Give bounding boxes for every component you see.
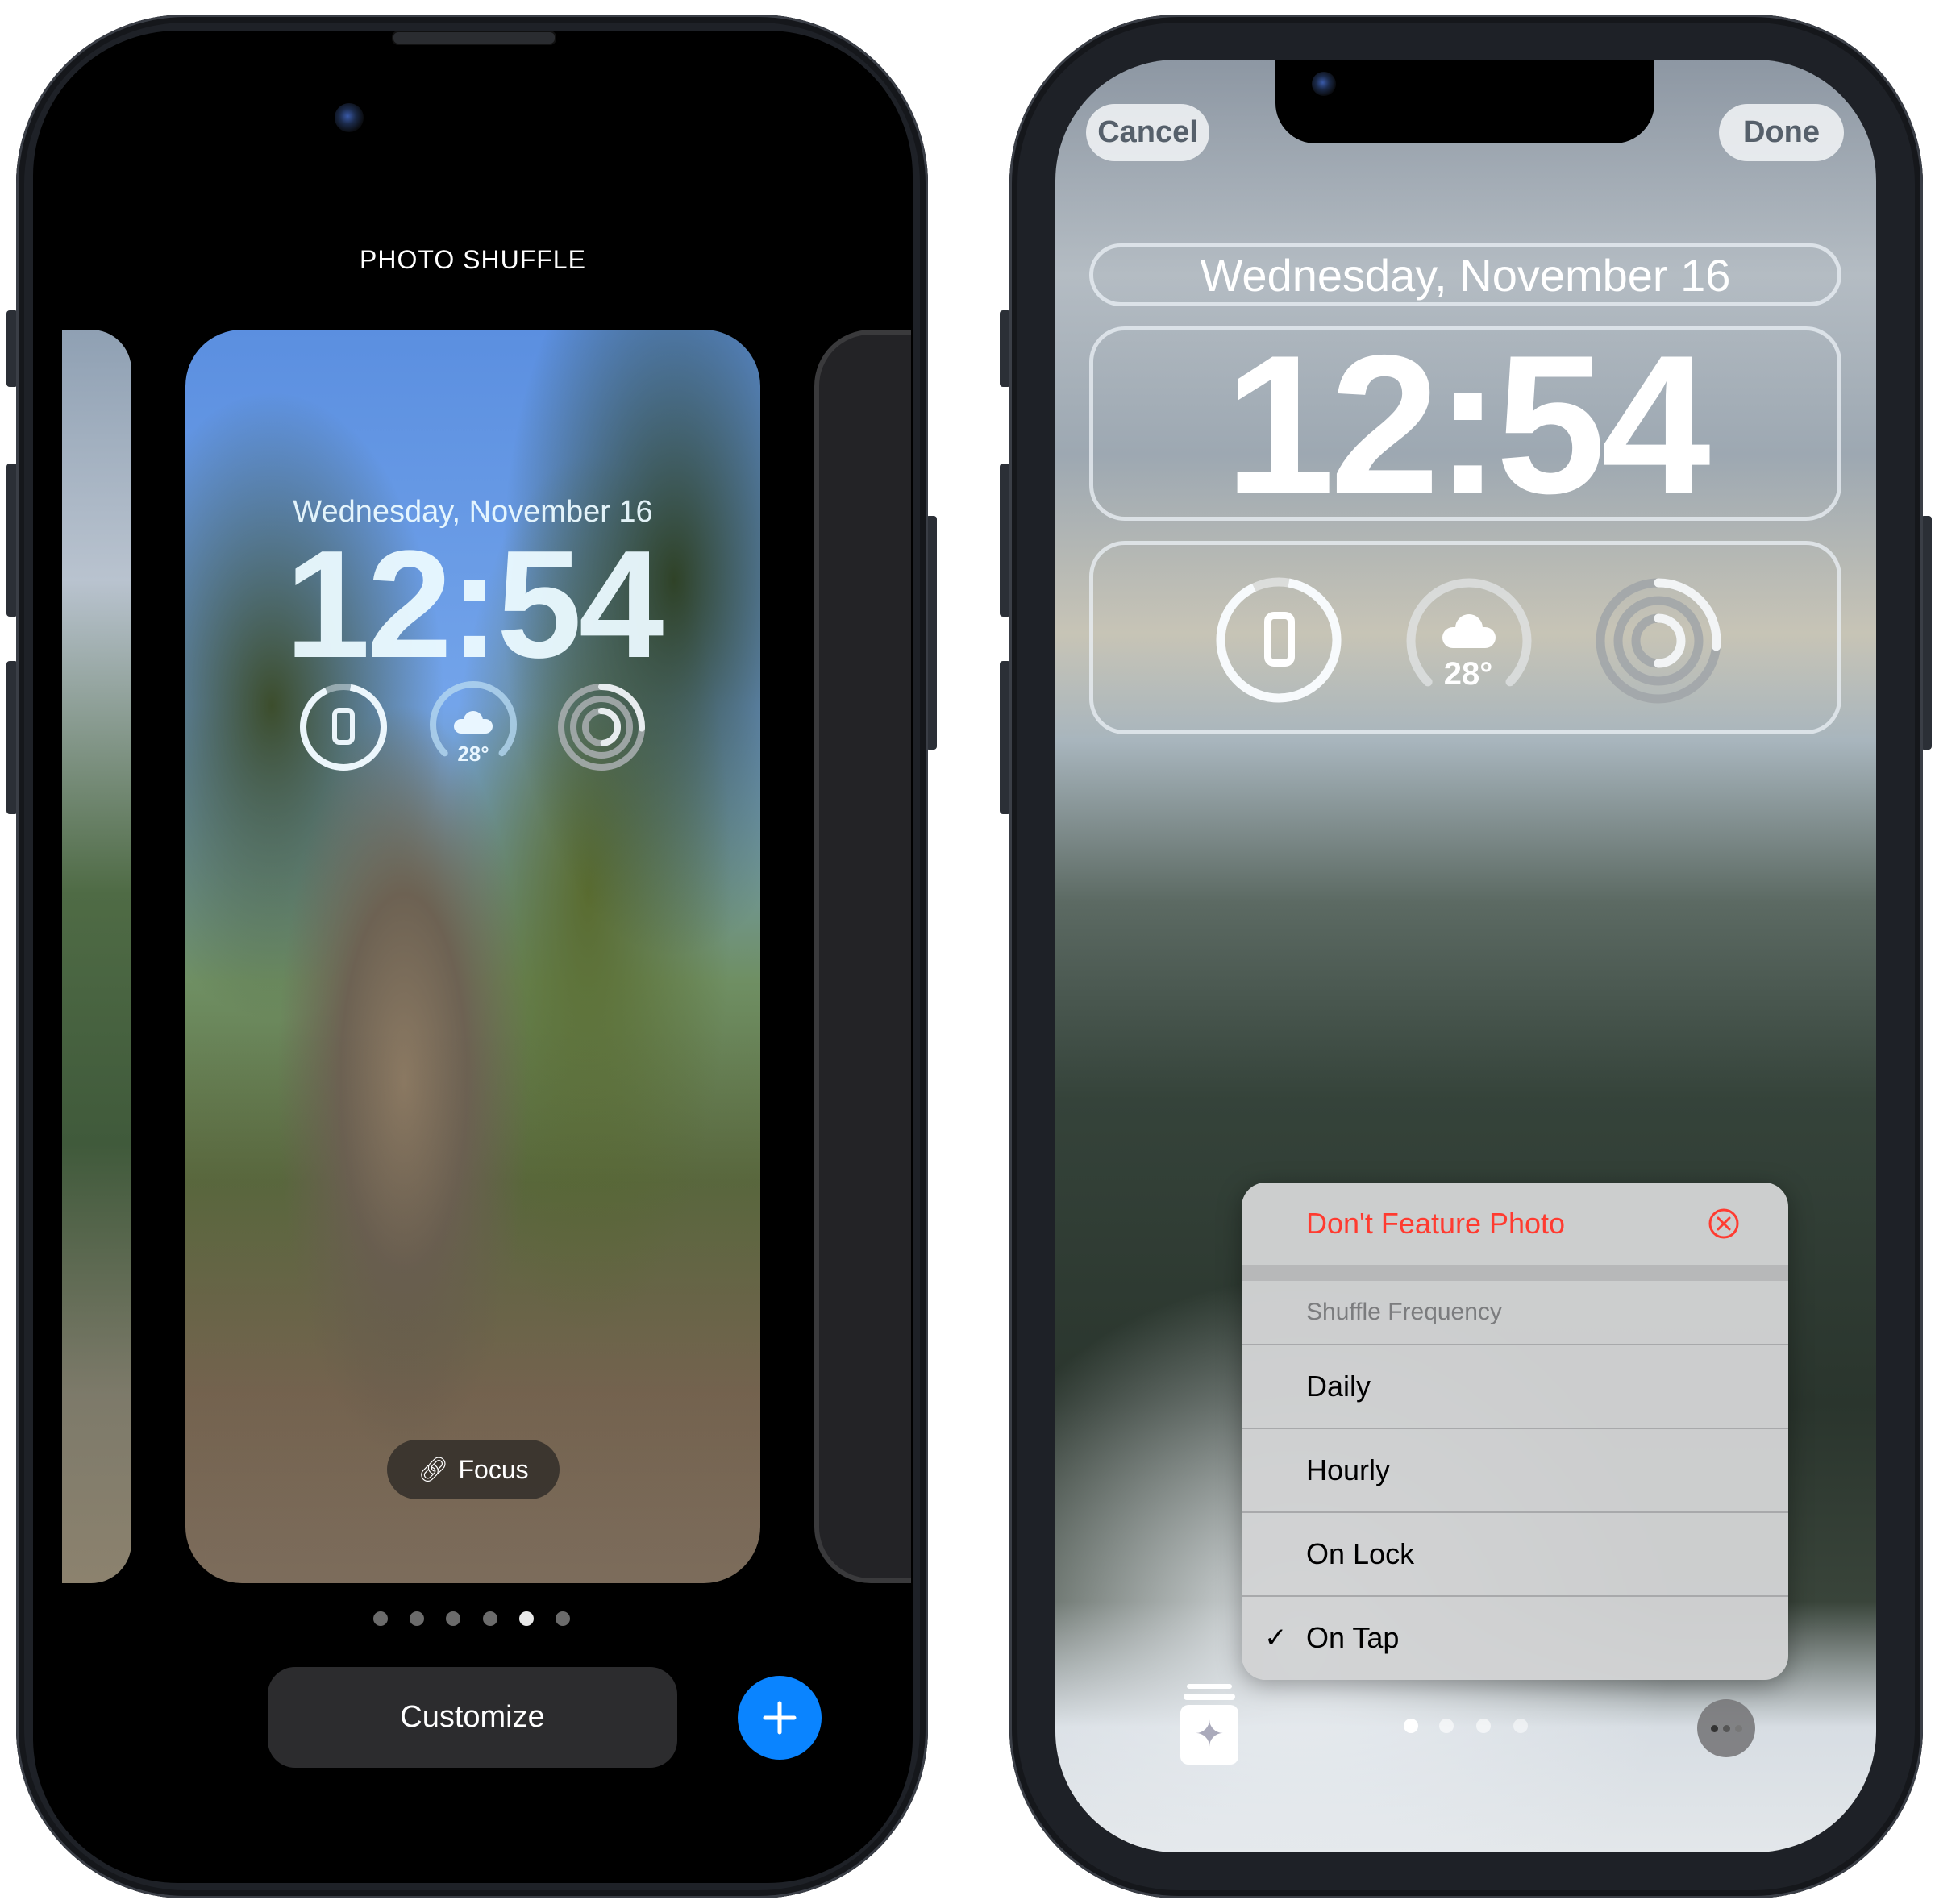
lock-time: 12:54 (285, 519, 664, 690)
watch-icon (332, 708, 355, 745)
cloud-icon (1442, 614, 1496, 648)
page-dot[interactable] (556, 1611, 570, 1626)
lock-time: 12:54 (1225, 314, 1711, 534)
page-dot-active[interactable] (519, 1611, 534, 1626)
weather-widget[interactable]: 28° (1404, 576, 1534, 706)
frequency-option-label: On Tap (1306, 1621, 1400, 1654)
widgets-edit-box[interactable]: 28° (1089, 541, 1841, 734)
previous-wallpaper-card[interactable] (62, 330, 131, 1583)
checkmark-icon: ✓ (1264, 1623, 1288, 1653)
current-wallpaper-card[interactable]: Wednesday, November 16 12:54 28° 🔗︎ Focu… (185, 330, 760, 1583)
bottom-page-dot[interactable] (1439, 1719, 1454, 1733)
left-phone-screen: PHOTO SHUFFLE Wednesday, November 16 12:… (33, 31, 913, 1883)
activity-rings-icon (558, 684, 645, 771)
frequency-option-on-lock[interactable]: On Lock (1242, 1513, 1788, 1595)
photo-library-button[interactable]: ✦ (1180, 1684, 1238, 1765)
plus-icon (763, 1701, 797, 1735)
activity-widget (556, 682, 647, 772)
right-phone-screen: Cancel Done Wednesday, November 16 12:54… (1055, 60, 1876, 1852)
cloud-icon (454, 711, 493, 734)
shuffle-frequency-label: Shuffle Frequency (1306, 1299, 1502, 1325)
add-wallpaper-button[interactable] (738, 1676, 822, 1760)
frequency-option-hourly[interactable]: Hourly (1242, 1429, 1788, 1511)
weather-temperature: 28° (457, 742, 489, 766)
front-camera (1312, 72, 1336, 96)
photo-library-sparkle-icon: ✦ (1180, 1684, 1238, 1765)
page-dot[interactable] (446, 1611, 460, 1626)
bottom-page-dot-active[interactable] (1404, 1719, 1418, 1733)
cancel-button[interactable]: Cancel (1086, 104, 1209, 161)
frequency-option-label: Hourly (1306, 1453, 1391, 1486)
more-options-icon (1710, 1724, 1742, 1732)
activity-widget[interactable] (1593, 576, 1724, 706)
notch (1275, 60, 1654, 143)
front-camera (335, 103, 364, 132)
more-options-button[interactable] (1697, 1699, 1755, 1757)
next-wallpaper-card[interactable] (814, 330, 911, 1583)
xmark-circle-icon (1708, 1208, 1739, 1239)
date-edit-box[interactable]: Wednesday, November 16 (1089, 243, 1841, 306)
wallpaper-style-title: PHOTO SHUFFLE (360, 245, 586, 274)
bottom-page-dot[interactable] (1476, 1719, 1491, 1733)
frequency-option-daily[interactable]: Daily (1242, 1345, 1788, 1428)
weather-widget: 28° (427, 679, 519, 771)
focus-label: Focus (458, 1454, 529, 1484)
photo-context-menu: Don't Feature Photo Shuffle Frequency Da… (1242, 1183, 1788, 1680)
done-button[interactable]: Done (1719, 104, 1844, 161)
time-edit-box[interactable]: 12:54 (1089, 314, 1841, 534)
frequency-option-on-tap[interactable]: ✓ On Tap (1242, 1597, 1788, 1679)
page-dot[interactable] (373, 1611, 388, 1626)
menu-section-divider (1242, 1265, 1788, 1281)
link-icon: 🔗︎ (418, 1456, 449, 1483)
customize-button[interactable]: Customize (268, 1667, 677, 1768)
watch-icon (1264, 612, 1295, 667)
activity-rings-icon (1596, 578, 1721, 704)
weather-temperature: 28° (1443, 656, 1493, 692)
earpiece-speaker (392, 31, 556, 45)
focus-link-button[interactable]: 🔗︎ Focus (387, 1440, 560, 1499)
page-dot[interactable] (410, 1611, 424, 1626)
shuffle-frequency-header: Shuffle Frequency (1242, 1281, 1788, 1344)
frequency-option-label: Daily (1306, 1370, 1371, 1403)
watch-battery-widget (298, 682, 389, 772)
dont-feature-photo-label: Don't Feature Photo (1306, 1207, 1566, 1240)
bottom-page-dot[interactable] (1513, 1719, 1528, 1733)
page-dot[interactable] (483, 1611, 497, 1626)
lock-date: Wednesday, November 16 (1200, 250, 1731, 301)
frequency-option-label: On Lock (1306, 1537, 1415, 1570)
dont-feature-photo-item[interactable]: Don't Feature Photo (1242, 1183, 1788, 1265)
watch-battery-widget[interactable] (1214, 576, 1343, 705)
